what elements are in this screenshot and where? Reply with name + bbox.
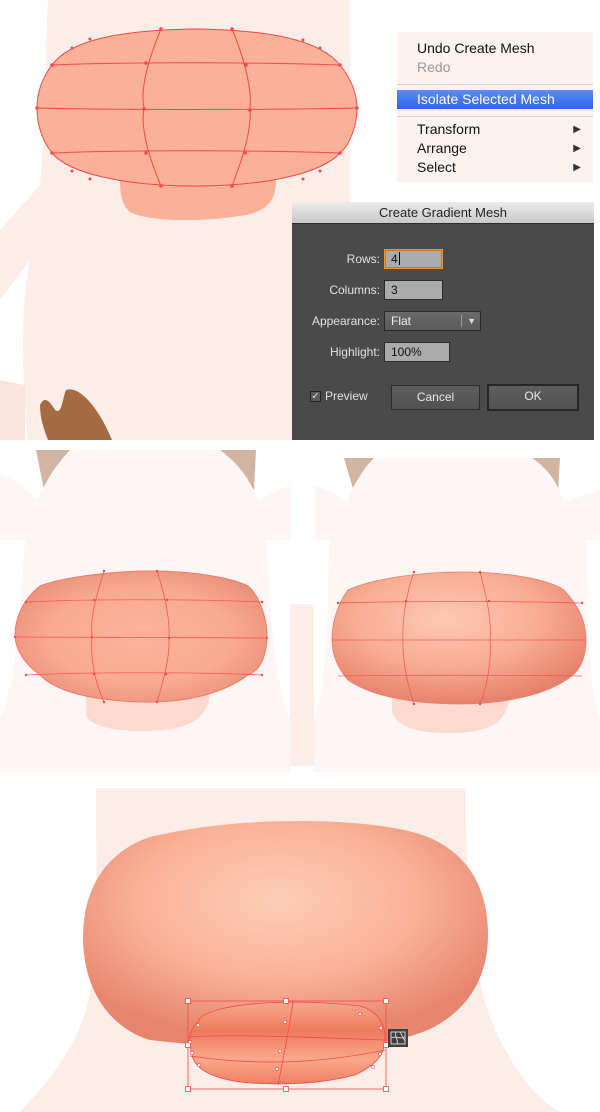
context-menu: Undo Create Mesh Redo Isolate Selected M… (397, 32, 593, 182)
columns-input[interactable]: 3 (384, 280, 443, 300)
nose-mesh-shaded[interactable] (331, 571, 587, 705)
menu-item-label: Isolate Selected Mesh (417, 91, 555, 107)
highlight-label: Highlight: (329, 345, 380, 359)
panel-shaded-mesh-left (0, 440, 290, 772)
appearance-value: Flat (391, 314, 412, 328)
submenu-arrow-icon: ▶ (573, 162, 581, 173)
columns-label: Columns: (329, 283, 380, 297)
appearance-label: Appearance: (311, 314, 380, 328)
highlight-input[interactable]: 100% (384, 342, 450, 362)
canvas-artboard-3 (314, 458, 600, 772)
appearance-dropdown[interactable]: Flat ▼ (384, 311, 481, 331)
menu-item-arrange[interactable]: Arrange ▶ (397, 139, 593, 158)
menu-item-redo: Redo (397, 58, 593, 77)
text-caret (398, 252, 400, 265)
canvas-artboard-2 (0, 450, 290, 772)
panel-shaded-mesh-right (314, 440, 600, 772)
menu-item-label: Transform (417, 121, 481, 137)
highlight-value: 100% (391, 345, 422, 359)
chevron-down-icon: ▼ (467, 316, 476, 326)
preview-label[interactable]: Preview (325, 388, 368, 404)
gradient-mesh-icon[interactable] (388, 1029, 408, 1047)
submenu-arrow-icon: ▶ (573, 143, 581, 154)
create-gradient-mesh-dialog: Create Gradient Mesh Rows: 4 Columns: 3 … (292, 202, 594, 440)
canvas-artboard-4 (20, 788, 560, 1112)
submenu-arrow-icon: ▶ (573, 124, 581, 135)
menu-separator (397, 84, 593, 85)
nostril-mesh[interactable] (189, 1001, 386, 1085)
nose-mesh-shaded[interactable] (14, 570, 268, 703)
menu-item-undo-create-mesh[interactable]: Undo Create Mesh (397, 39, 593, 58)
menu-item-isolate-selected-mesh[interactable]: Isolate Selected Mesh (397, 90, 593, 109)
menu-item-label: Select (417, 159, 456, 175)
panel-divider (290, 604, 314, 766)
menu-item-label: Redo (417, 59, 451, 75)
panel-flat-mesh: Undo Create Mesh Redo Isolate Selected M… (0, 0, 600, 440)
rows-value: 4 (391, 252, 398, 266)
rows-label: Rows: (346, 252, 380, 266)
menu-item-transform[interactable]: Transform ▶ (397, 120, 593, 139)
dialog-title[interactable]: Create Gradient Mesh (292, 202, 594, 224)
cancel-button[interactable]: Cancel (391, 385, 480, 410)
menu-item-label: Undo Create Mesh (417, 40, 535, 56)
preview-checkbox[interactable]: ✓ (310, 391, 321, 402)
mesh-icon-glyph (390, 1031, 406, 1045)
menu-separator (397, 116, 593, 117)
nose-mesh-flat[interactable] (36, 28, 358, 187)
menu-item-label: Arrange (417, 140, 467, 156)
dropdown-divider (461, 315, 462, 327)
rows-input[interactable]: 4 (384, 249, 443, 269)
panel-final-nose (0, 780, 600, 1112)
menu-item-select[interactable]: Select ▶ (397, 158, 593, 177)
ok-button[interactable]: OK (487, 384, 579, 411)
arm-shape (0, 380, 25, 440)
columns-value: 3 (391, 283, 398, 297)
